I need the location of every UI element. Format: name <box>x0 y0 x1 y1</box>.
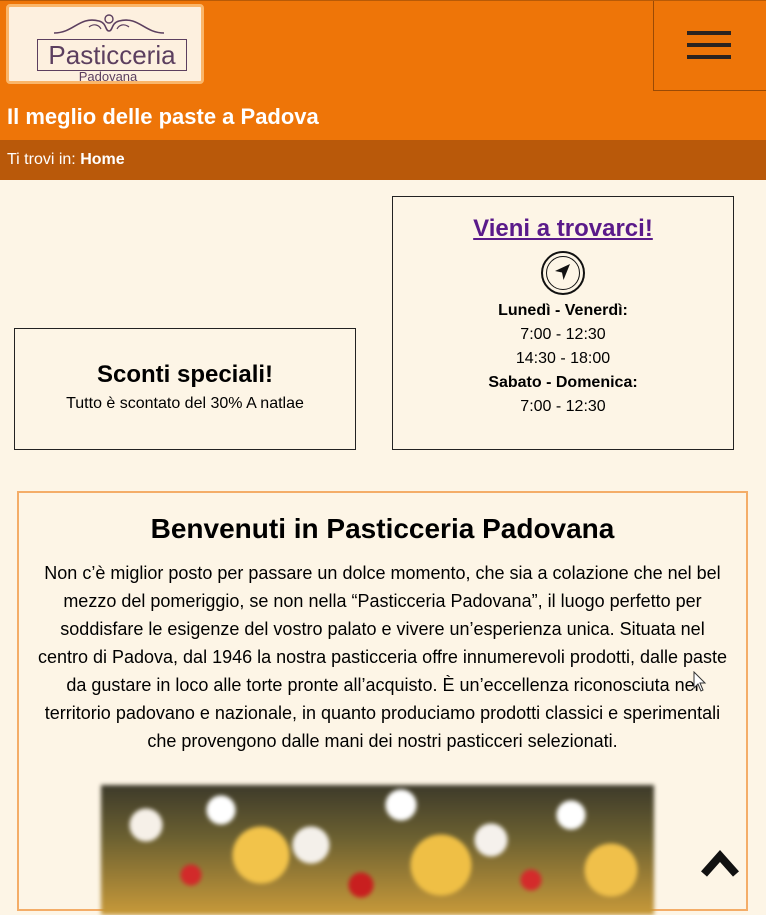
navigation-icon[interactable] <box>541 251 585 295</box>
special-offer-box: Sconti speciali! Tutto è scontato del 30… <box>14 328 356 450</box>
hours-time: 7:00 - 12:30 <box>520 326 606 343</box>
hours-time: 14:30 - 18:00 <box>515 350 611 367</box>
visit-us-link[interactable]: Vieni a trovarci! <box>393 215 733 243</box>
site-header: Pasticceria Padovana Il meglio delle pas… <box>0 0 766 140</box>
hamburger-menu-icon <box>687 55 731 59</box>
hamburger-menu-icon <box>687 31 731 35</box>
welcome-title: Benvenuti in Pasticceria Padovana <box>150 513 615 544</box>
hamburger-menu-button[interactable] <box>653 1 766 91</box>
opening-hours-box: Vieni a trovarci! Lunedì - Venerdì: 7:00… <box>392 196 734 450</box>
chevron-up-icon[interactable] <box>700 848 740 878</box>
logo-flourish-icon <box>53 14 165 34</box>
hours-label: Lunedì - Venerdì: <box>498 302 628 319</box>
hours-list: Lunedì - Venerdì: 7:00 - 12:30 14:30 - 1… <box>393 299 733 419</box>
site-logo[interactable]: Pasticceria Padovana <box>6 4 204 84</box>
breadcrumb-prefix: Ti trovi in: <box>7 151 76 168</box>
hours-time: 7:00 - 12:30 <box>520 398 606 415</box>
hours-label: Sabato - Domenica: <box>488 374 638 391</box>
logo-name: Pasticceria <box>37 39 187 71</box>
welcome-section: Benvenuti in Pasticceria Padovana Non c’… <box>17 491 748 915</box>
mouse-cursor-icon <box>693 671 707 692</box>
breadcrumb-current: Home <box>80 151 125 168</box>
welcome-text: Non c’è miglior posto per passare un dol… <box>37 563 728 751</box>
offer-title: Sconti speciali! <box>96 361 274 388</box>
breadcrumb: Ti trovi in: Home <box>0 140 766 180</box>
site-tagline: Il meglio delle paste a Padova <box>7 104 319 129</box>
hamburger-menu-icon <box>687 43 731 47</box>
offer-text: Tutto è scontato del 30% A natlae <box>66 395 304 412</box>
pastries-image <box>101 785 654 915</box>
logo-subtitle: Padovana <box>78 69 138 84</box>
